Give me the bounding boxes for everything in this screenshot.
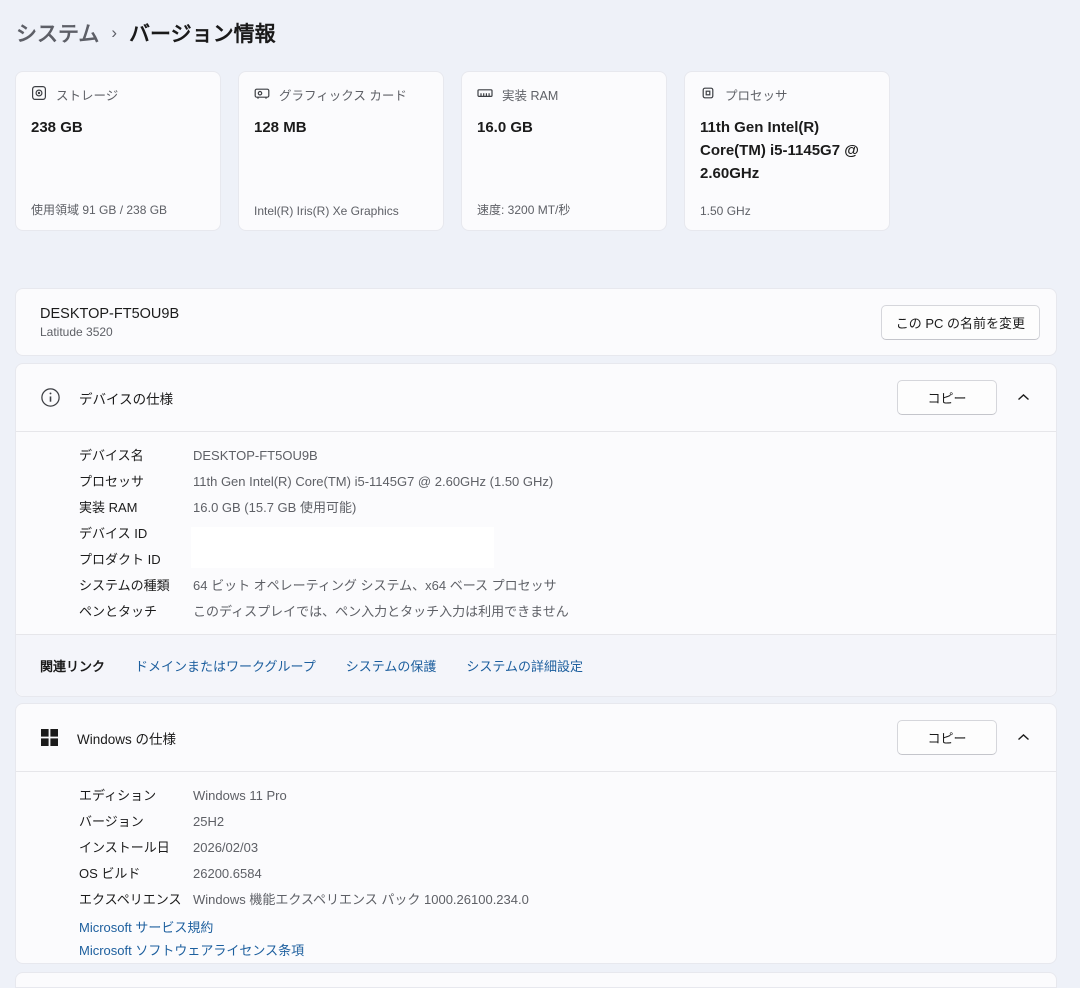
device-name-panel: DESKTOP-FT5OU9B Latitude 3520 この PC の名前を… <box>15 288 1057 356</box>
spec-label: バージョン <box>79 814 144 829</box>
device-name: DESKTOP-FT5OU9B <box>40 305 180 322</box>
info-icon <box>40 387 61 408</box>
processor-card: プロセッサ 11th Gen Intel(R) Core(TM) i5-1145… <box>684 71 890 231</box>
spec-value: Windows 機能エクスペリエンス パック 1000.26100.234.0 <box>193 892 529 907</box>
spec-label: エディション <box>79 788 157 803</box>
windows-logo-icon <box>40 728 59 747</box>
related-links-row: 関連リンク ドメインまたはワークグループ システムの保護 システムの詳細設定 <box>16 634 1056 696</box>
link-domain-or-workgroup[interactable]: ドメインまたはワークグループ <box>135 656 316 675</box>
card-detail: 使用領域 91 GB / 238 GB <box>31 203 168 217</box>
page-title: バージョン情報 <box>129 23 276 46</box>
spec-label: エクスペリエンス <box>79 892 182 907</box>
link-system-protection[interactable]: システムの保護 <box>346 656 437 675</box>
next-panel-partial <box>15 972 1057 988</box>
card-detail: 速度: 3200 MT/秒 <box>477 203 571 217</box>
card-value: 16.0 GB <box>477 119 533 136</box>
spec-label: ペンとタッチ <box>79 604 158 619</box>
spec-value: 25H2 <box>193 814 225 829</box>
spec-label: 実装 RAM <box>79 500 138 515</box>
table-row: 実装 RAM 16.0 GB (15.7 GB 使用可能) <box>79 495 1056 521</box>
device-spec-panel: デバイスの仕様 コピー デバイス名 DESKTOP-FT5OU9B プロセッサ … <box>15 363 1057 697</box>
device-spec-copy-button[interactable]: コピー <box>897 380 997 415</box>
spec-label: システムの種類 <box>79 578 170 593</box>
link-advanced-system-settings[interactable]: システムの詳細設定 <box>466 656 583 675</box>
breadcrumb: システム › バージョン情報 <box>16 18 276 48</box>
cpu-icon <box>700 85 716 104</box>
windows-spec-table: エディション Windows 11 Pro バージョン 25H2 インストール日… <box>16 772 1056 913</box>
spec-value: 2026/02/03 <box>193 840 259 855</box>
card-title: ストレージ <box>56 89 119 103</box>
windows-spec-title: Windows の仕様 <box>77 731 177 747</box>
spec-label: プロセッサ <box>79 474 145 489</box>
card-title: グラフィックス カード <box>279 89 407 103</box>
spec-value: 64 ビット オペレーティング システム、x64 ベース プロセッサ <box>193 578 557 593</box>
ram-icon <box>477 85 493 104</box>
windows-spec-panel: Windows の仕様 コピー エディション Windows 11 Pro バー… <box>15 703 1057 964</box>
device-spec-title: デバイスの仕様 <box>79 391 174 407</box>
device-spec-table: デバイス名 DESKTOP-FT5OU9B プロセッサ 11th Gen Int… <box>16 432 1056 634</box>
spec-value: 11th Gen Intel(R) Core(TM) i5-1145G7 @ 2… <box>193 474 554 489</box>
card-title: プロセッサ <box>725 89 788 103</box>
card-detail: Intel(R) Iris(R) Xe Graphics <box>254 204 399 218</box>
gpu-icon <box>254 85 270 104</box>
windows-spec-header[interactable]: Windows の仕様 コピー <box>16 704 1056 771</box>
table-row: インストール日 2026/02/03 <box>79 835 1056 861</box>
spec-label: デバイス ID <box>79 526 148 541</box>
chevron-up-icon[interactable] <box>1017 733 1030 742</box>
redacted-area <box>191 527 494 568</box>
spec-label: インストール日 <box>79 840 170 855</box>
link-microsoft-software-license-terms[interactable]: Microsoft ソフトウェアライセンス条項 <box>79 939 1056 962</box>
breadcrumb-system[interactable]: システム <box>16 18 99 48</box>
card-value: 128 MB <box>254 119 307 136</box>
table-row: OS ビルド 26200.6584 <box>79 861 1056 887</box>
device-model: Latitude 3520 <box>40 324 113 339</box>
graphics-card: グラフィックス カード 128 MB Intel(R) Iris(R) Xe G… <box>238 71 444 231</box>
windows-spec-links: Microsoft サービス規約 Microsoft ソフトウェアライセンス条項 <box>16 913 1056 964</box>
spec-value: 26200.6584 <box>193 866 262 881</box>
table-row: ペンとタッチ このディスプレイでは、ペン入力とタッチ入力は利用できません <box>79 599 1056 625</box>
card-value: 238 GB <box>31 119 83 136</box>
chevron-up-icon[interactable] <box>1017 393 1030 402</box>
spec-value: このディスプレイでは、ペン入力とタッチ入力は利用できません <box>193 604 569 619</box>
spec-label: デバイス名 <box>79 448 144 463</box>
table-row: バージョン 25H2 <box>79 809 1056 835</box>
card-detail: 1.50 GHz <box>700 204 751 218</box>
spec-label: OS ビルド <box>79 866 141 881</box>
summary-cards: ストレージ 238 GB 使用領域 91 GB / 238 GB グラフィックス… <box>15 71 890 231</box>
breadcrumb-chevron-icon: › <box>111 23 118 42</box>
storage-icon <box>31 85 47 104</box>
spec-value: Windows 11 Pro <box>193 788 287 803</box>
card-value: 11th Gen Intel(R) Core(TM) i5-1145G7 @ 2… <box>700 119 859 182</box>
spec-label: プロダクト ID <box>79 552 161 567</box>
storage-card: ストレージ 238 GB 使用領域 91 GB / 238 GB <box>15 71 221 231</box>
card-title: 実装 RAM <box>502 89 559 103</box>
table-row: エディション Windows 11 Pro <box>79 783 1056 809</box>
spec-value: DESKTOP-FT5OU9B <box>193 448 318 463</box>
related-links-label: 関連リンク <box>40 659 106 674</box>
table-row: プロセッサ 11th Gen Intel(R) Core(TM) i5-1145… <box>79 469 1056 495</box>
ram-card: 実装 RAM 16.0 GB 速度: 3200 MT/秒 <box>461 71 667 231</box>
windows-spec-copy-button[interactable]: コピー <box>897 720 997 755</box>
link-microsoft-services-agreement[interactable]: Microsoft サービス規約 <box>79 916 1056 939</box>
table-row: エクスペリエンス Windows 機能エクスペリエンス パック 1000.261… <box>79 887 1056 913</box>
rename-pc-button[interactable]: この PC の名前を変更 <box>880 304 1040 340</box>
device-spec-header[interactable]: デバイスの仕様 コピー <box>16 364 1056 431</box>
spec-value: 16.0 GB (15.7 GB 使用可能) <box>193 500 357 515</box>
table-row: デバイス名 DESKTOP-FT5OU9B <box>79 443 1056 469</box>
table-row: システムの種類 64 ビット オペレーティング システム、x64 ベース プロセ… <box>79 573 1056 599</box>
